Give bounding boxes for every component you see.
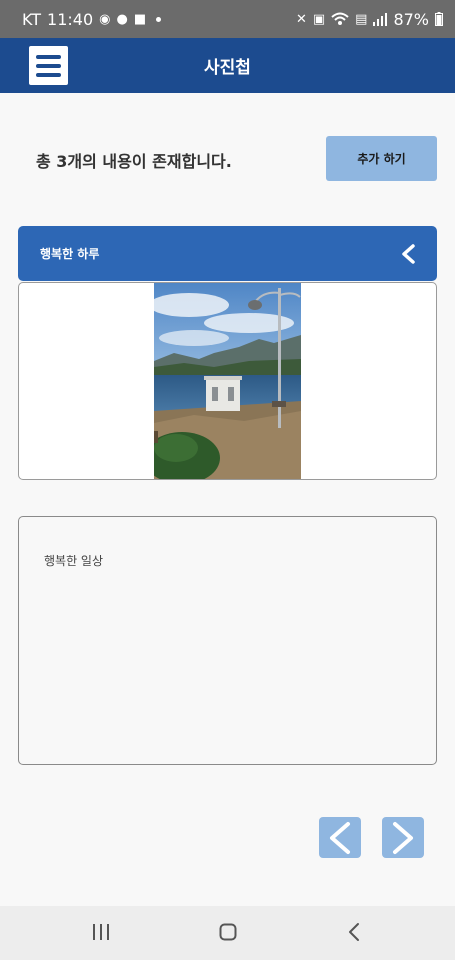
description-text: 행복한 일상 [44, 554, 104, 568]
chevron-right-icon [393, 821, 413, 854]
battery-percent: 87% [393, 9, 429, 29]
app-bar: 사진첩 [0, 38, 455, 93]
next-button[interactable] [382, 817, 424, 858]
mute-icon: ✕ [295, 11, 307, 27]
page-title: 사진첩 [204, 58, 251, 78]
add-button[interactable]: 추가 하기 [326, 136, 437, 181]
talk-icon: ● [116, 11, 128, 27]
menu-icon-line [36, 54, 61, 59]
battery-icon [435, 12, 443, 26]
signal-icon [373, 13, 388, 26]
menu-icon-line [36, 63, 61, 68]
chevron-left-icon [330, 821, 350, 854]
carrier-label: KT [22, 9, 42, 29]
menu-icon-line [36, 72, 61, 77]
status-left: KT 11:40 ◉ ● ■ [22, 9, 162, 29]
item-count-text: 총 3개의 내용이 존재합니다. [36, 152, 232, 171]
more-notifications-icon [156, 16, 162, 22]
back-icon[interactable] [347, 922, 361, 942]
clock: 11:40 [47, 9, 94, 29]
chat-icon: ■ [133, 11, 147, 27]
recents-icon[interactable] [92, 923, 110, 941]
screen-record-icon: ◉ [99, 11, 111, 27]
chevron-left-icon[interactable] [399, 243, 417, 265]
album-title: 행복한 하루 [40, 247, 100, 261]
previous-button[interactable] [319, 817, 361, 858]
status-right: ✕ ▣ ▤ 87% [296, 10, 443, 29]
description-box: 행복한 일상 [18, 516, 437, 765]
lock-icon: ▣ [312, 11, 326, 27]
album-photo[interactable] [154, 283, 301, 480]
home-icon[interactable] [219, 923, 237, 941]
album-header[interactable]: 행복한 하루 [18, 226, 437, 281]
status-bar: KT 11:40 ◉ ● ■ ✕ ▣ ▤ 87% [0, 0, 455, 38]
volte-icon: ▤ [355, 11, 368, 27]
wifi-icon [331, 12, 349, 25]
photo-frame [18, 282, 437, 480]
system-nav-bar [0, 906, 455, 960]
menu-button[interactable] [29, 46, 68, 85]
